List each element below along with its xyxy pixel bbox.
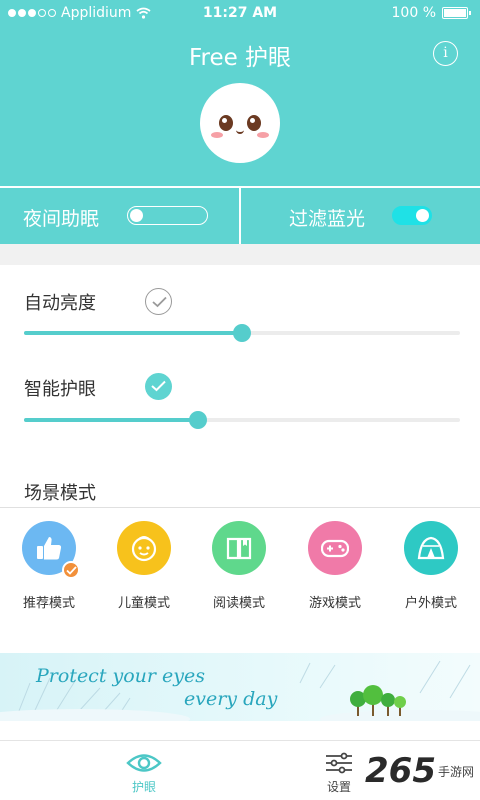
gamepad-icon [308, 521, 362, 575]
battery-percent: 100 % [391, 5, 436, 21]
toggle-divider [239, 188, 241, 244]
header: Applidium 11:27 AM 100 % Free 护眼 i 夜间助眠 … [0, 0, 480, 244]
protect-slider[interactable] [24, 411, 460, 429]
info-icon[interactable]: i [433, 41, 458, 66]
watermark-logo: 265 手游网 [365, 751, 474, 791]
auto-brightness-label: 自动亮度 [24, 293, 96, 314]
mode-label: 游戏模式 [308, 596, 361, 611]
battery-icon [442, 7, 471, 19]
nav-label: 护眼 [131, 780, 156, 794]
auto-brightness-check[interactable] [145, 288, 172, 315]
book-icon [212, 521, 266, 575]
watermark-number: 265 [365, 751, 436, 791]
promo-banner[interactable]: Protect your eyes every day [0, 653, 480, 721]
brightness-slider-thumb[interactable] [233, 324, 251, 342]
night-sleep-toggle[interactable] [127, 206, 208, 225]
child-face-icon [117, 521, 171, 575]
eye-icon [126, 754, 162, 772]
section-gap [0, 244, 480, 265]
divider [0, 507, 480, 508]
mode-outdoor[interactable]: 户外模式 [383, 521, 479, 611]
app-title: Free 护眼 [188, 45, 292, 71]
mode-label: 推荐模式 [22, 596, 75, 611]
thumbs-up-icon [22, 521, 80, 579]
mode-label: 阅读模式 [212, 596, 265, 611]
settings-icon [326, 752, 352, 774]
night-sleep-label: 夜间助眠 [23, 208, 100, 230]
trees-icon [350, 685, 406, 716]
watermark-text: 手游网 [437, 764, 474, 779]
mode-label: 儿童模式 [117, 596, 170, 611]
mode-reading[interactable]: 阅读模式 [191, 521, 287, 611]
scene-mode-title: 场景模式 [24, 483, 96, 504]
frost-decoration [0, 660, 480, 721]
smart-protect-check[interactable] [145, 373, 172, 400]
nav-eye-care[interactable]: 护眼 [104, 751, 184, 795]
smart-protect-label: 智能护眼 [24, 379, 96, 400]
banner-line-1: Protect your eyes [36, 665, 206, 687]
mode-game[interactable]: 游戏模式 [287, 521, 383, 611]
tent-icon [404, 521, 458, 575]
brightness-slider[interactable] [24, 324, 460, 342]
blue-filter-toggle[interactable] [392, 206, 432, 225]
mode-child[interactable]: 儿童模式 [96, 521, 192, 611]
mascot-face-avatar [200, 83, 280, 163]
banner-line-2: every day [184, 688, 278, 710]
bottom-nav: 护眼 设置 265 手游网 [0, 740, 480, 800]
selected-check-icon [62, 561, 80, 579]
status-bar: Applidium 11:27 AM 100 % [0, 0, 480, 28]
mode-label: 户外模式 [404, 596, 457, 611]
blue-filter-label: 过滤蓝光 [289, 208, 366, 230]
protect-slider-thumb[interactable] [189, 411, 208, 429]
mode-recommended[interactable]: 推荐模式 [1, 521, 97, 611]
